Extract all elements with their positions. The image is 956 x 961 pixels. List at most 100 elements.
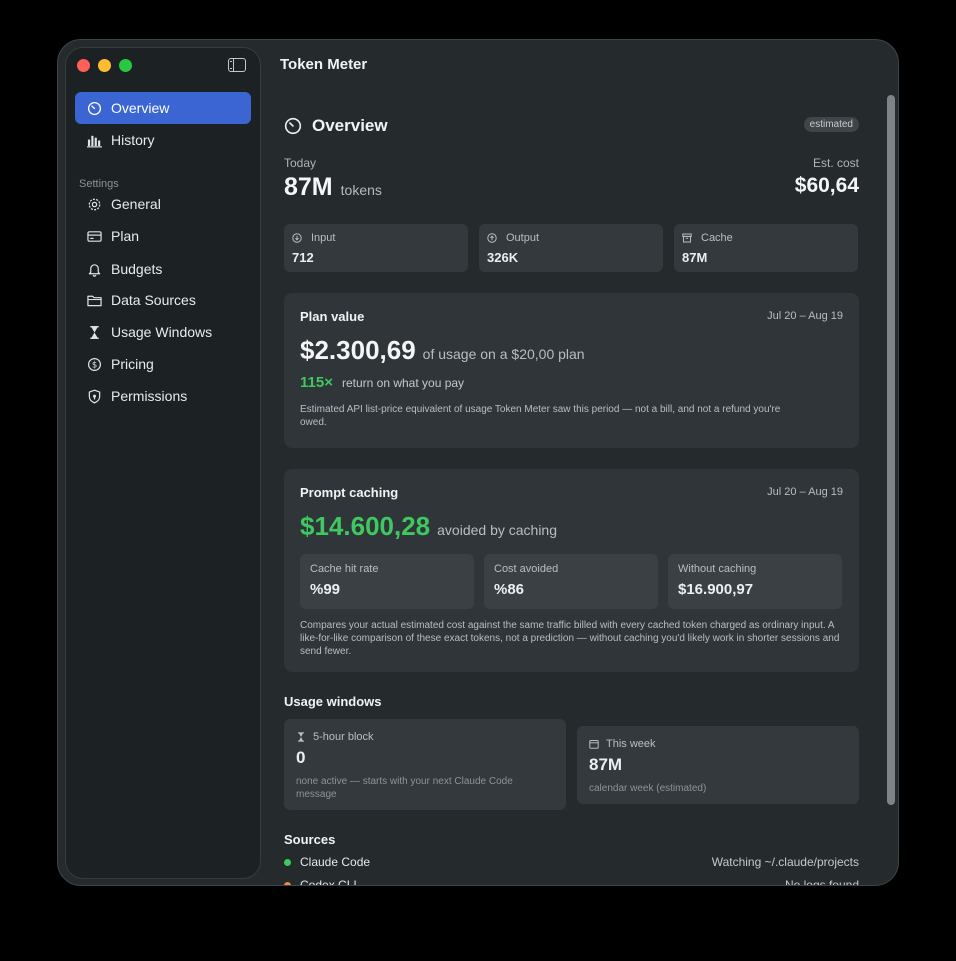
input-icon — [292, 233, 302, 243]
prompt-caching-card: Prompt caching Jul 20 – Aug 19 $14.600,2… — [284, 469, 859, 672]
sidebar-item-usage-windows[interactable]: Usage Windows — [75, 316, 251, 348]
caching-savings-amount: $14.600,28 — [300, 511, 431, 541]
est-cost-value: $60,64 — [794, 174, 859, 197]
return-ratio-text: return on what you pay — [341, 376, 465, 390]
source-row-codex-cli: Codex CLI No logs found — [284, 878, 859, 886]
sidebar-item-label: Budgets — [111, 261, 163, 277]
calendar-icon — [589, 740, 599, 749]
source-name: Codex CLI — [300, 878, 357, 886]
sidebar-item-permissions[interactable]: Permissions — [75, 380, 251, 412]
today-value: 87M — [284, 173, 333, 201]
stat-output: Output 326K — [479, 224, 663, 272]
scrollbar-thumb[interactable] — [887, 95, 895, 805]
window-controls — [77, 59, 132, 72]
sources-title: Sources — [284, 832, 336, 847]
archive-icon — [682, 233, 692, 243]
card-title: Prompt caching — [300, 485, 399, 500]
sidebar-item-data-sources[interactable]: Data Sources — [75, 284, 251, 316]
window-value: 87M — [589, 755, 623, 774]
folder-icon — [86, 292, 102, 308]
stat-value: 712 — [292, 250, 314, 265]
status-dot — [284, 858, 291, 866]
stat-label: Cache hit rate — [310, 563, 379, 575]
close-window-button[interactable] — [77, 59, 90, 72]
without-caching-stat: Without caching $16.900,97 — [668, 554, 842, 609]
window-description: none active — starts with your next Clau… — [296, 776, 513, 800]
stat-value: $16.900,97 — [678, 581, 754, 598]
cache-hit-rate-stat: Cache hit rate %99 — [300, 554, 474, 609]
sidebar-item-label: Overview — [111, 100, 170, 116]
window-label: 5-hour block — [313, 731, 374, 743]
output-icon — [487, 233, 497, 243]
window-description: calendar week (estimated) — [589, 783, 707, 794]
sidebar-item-label: Permissions — [111, 388, 188, 404]
source-status: No logs found — [784, 878, 859, 886]
sidebar-item-label: Pricing — [111, 356, 154, 372]
sidebar-item-plan[interactable]: Plan — [75, 220, 251, 252]
sidebar-item-label: Usage Windows — [111, 324, 213, 340]
sidebar-item-budgets[interactable]: Budgets — [75, 253, 251, 285]
card-title: Plan value — [300, 309, 365, 324]
status-dot — [284, 881, 291, 885]
return-ratio: 115× — [300, 374, 333, 391]
stat-value: %99 — [310, 581, 341, 598]
stat-value: 87M — [682, 250, 708, 265]
gauge-icon — [284, 117, 302, 135]
window-value: 0 — [296, 748, 306, 767]
cost-avoided-stat: Cost avoided %86 — [484, 554, 658, 609]
hourglass-icon — [86, 324, 102, 340]
gauge-icon — [86, 100, 102, 116]
five-hour-block-card: 5-hour block 0 none active — starts with… — [284, 719, 566, 810]
usage-windows-title: Usage windows — [284, 694, 382, 709]
est-cost-label: Est. cost — [812, 156, 859, 170]
window-title: Token Meter — [280, 56, 368, 73]
stat-cache: Cache 87M — [674, 224, 858, 272]
stat-label: Cache — [701, 232, 733, 244]
sidebar: Overview History Settings General Plan B… — [65, 47, 261, 879]
source-row-claude-code: Claude Code Watching ~/.claude/projects — [284, 855, 859, 869]
app-window: Overview History Settings General Plan B… — [57, 39, 899, 886]
this-week-card: This week 87M calendar week (estimated) — [577, 726, 859, 804]
overview-header: Overview — [284, 116, 388, 136]
sidebar-item-overview[interactable]: Overview — [75, 92, 251, 124]
plan-value-note: Estimated API list-price equivalent of u… — [300, 404, 781, 428]
sidebar-item-label: Data Sources — [111, 292, 196, 308]
date-range: Jul 20 – Aug 19 — [767, 486, 843, 498]
svg-text:$: $ — [91, 359, 96, 369]
sidebar-item-general[interactable]: General — [75, 188, 251, 220]
plan-value-card: Plan value Jul 20 – Aug 19 $2.300,69 of … — [284, 293, 859, 448]
bar-chart-icon — [86, 132, 102, 148]
stat-label: Without caching — [678, 563, 757, 575]
minimize-window-button[interactable] — [98, 59, 111, 72]
sidebar-item-history[interactable]: History — [75, 124, 251, 156]
sidebar-item-label: History — [111, 132, 155, 148]
gear-icon — [86, 196, 102, 212]
stat-value: %86 — [494, 581, 525, 598]
bell-icon — [86, 261, 102, 277]
prompt-caching-note: Compares your actual estimated cost agai… — [300, 620, 840, 657]
stat-label: Cost avoided — [494, 563, 559, 575]
shield-icon — [86, 388, 102, 404]
sidebar-item-pricing[interactable]: $ Pricing — [75, 348, 251, 380]
dollar-circle-icon: $ — [86, 356, 102, 372]
caching-savings-suffix: avoided by caching — [437, 522, 558, 538]
today-unit: tokens — [340, 182, 382, 198]
zoom-window-button[interactable] — [119, 59, 132, 72]
today-label: Today — [284, 156, 317, 170]
plan-value-suffix: of usage on a $20,00 plan — [422, 346, 585, 362]
sidebar-item-label: Plan — [111, 228, 140, 244]
page-title: Overview — [312, 116, 388, 135]
source-status: Watching ~/.claude/projects — [711, 855, 859, 869]
today-tokens: 87M tokens — [284, 173, 382, 202]
credit-card-icon — [86, 228, 102, 244]
sidebar-toggle-icon[interactable] — [228, 58, 246, 72]
source-name: Claude Code — [300, 855, 371, 869]
stat-label: Input — [311, 232, 336, 244]
sidebar-item-label: General — [111, 196, 161, 212]
stat-label: Output — [506, 232, 540, 244]
plan-value-amount: $2.300,69 — [300, 335, 416, 365]
window-label: This week — [606, 738, 656, 750]
hourglass-icon — [298, 732, 304, 742]
date-range: Jul 20 – Aug 19 — [767, 310, 843, 322]
stat-value: 326K — [487, 250, 519, 265]
